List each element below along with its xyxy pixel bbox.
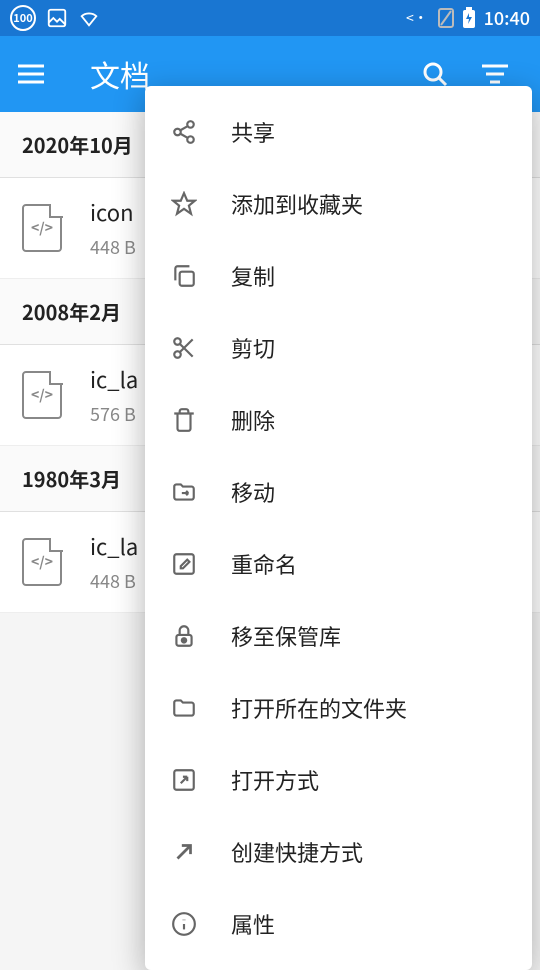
menu-label: 移动 (231, 476, 275, 508)
arrow-icon (169, 837, 199, 867)
search-icon[interactable] (422, 61, 462, 87)
info-icon (169, 909, 199, 939)
dev-icon: <··> (406, 9, 430, 27)
menu-label: 共享 (231, 116, 275, 148)
context-menu: 共享 添加到收藏夹 复制 剪切 删除 移动 重命名 (145, 86, 532, 970)
menu-label: 打开方式 (231, 764, 319, 796)
menu-label: 重命名 (231, 548, 297, 580)
menu-rename[interactable]: 重命名 (145, 528, 532, 600)
external-link-icon (169, 765, 199, 795)
status-time: 10:40 (484, 5, 530, 31)
menu-cut[interactable]: 剪切 (145, 312, 532, 384)
menu-label: 添加到收藏夹 (231, 188, 363, 220)
wifi-icon (78, 7, 100, 29)
share-icon (169, 117, 199, 147)
menu-share[interactable]: 共享 (145, 96, 532, 168)
menu-delete[interactable]: 删除 (145, 384, 532, 456)
page-title: 文档 (90, 52, 150, 96)
menu-vault[interactable]: 移至保管库 (145, 600, 532, 672)
menu-copy[interactable]: 复制 (145, 240, 532, 312)
file-icon (22, 538, 62, 586)
menu-favorite[interactable]: 添加到收藏夹 (145, 168, 532, 240)
menu-label: 复制 (231, 260, 275, 292)
file-icon (22, 371, 62, 419)
status-bar: 100 <··> 10:40 (0, 0, 540, 36)
cut-icon (169, 333, 199, 363)
menu-label: 创建快捷方式 (231, 836, 363, 868)
menu-label: 属性 (231, 908, 275, 940)
menu-open-with[interactable]: 打开方式 (145, 744, 532, 816)
sim-icon (438, 8, 454, 28)
file-size: 576 B (90, 401, 138, 427)
copy-icon (169, 261, 199, 291)
gallery-icon (46, 7, 68, 29)
file-size: 448 B (90, 234, 136, 260)
file-size: 448 B (90, 568, 138, 594)
star-icon (169, 189, 199, 219)
file-icon (22, 204, 62, 252)
battery-indicator: 100 (10, 5, 36, 31)
menu-label: 剪切 (231, 332, 275, 364)
filter-icon[interactable] (482, 64, 522, 84)
menu-open-folder[interactable]: 打开所在的文件夹 (145, 672, 532, 744)
menu-icon[interactable] (18, 64, 58, 84)
menu-move[interactable]: 移动 (145, 456, 532, 528)
menu-shortcut[interactable]: 创建快捷方式 (145, 816, 532, 888)
svg-text:<··>: <··> (406, 9, 430, 27)
menu-label: 删除 (231, 404, 275, 436)
menu-label: 打开所在的文件夹 (231, 692, 407, 724)
edit-icon (169, 549, 199, 579)
menu-properties[interactable]: 属性 (145, 888, 532, 960)
menu-label: 移至保管库 (231, 620, 341, 652)
battery-icon (462, 7, 476, 29)
lock-icon (169, 621, 199, 651)
folder-icon (169, 693, 199, 723)
file-name: ic_la (90, 530, 138, 562)
file-name: icon (90, 196, 136, 228)
file-name: ic_la (90, 363, 138, 395)
trash-icon (169, 405, 199, 435)
move-icon (169, 477, 199, 507)
